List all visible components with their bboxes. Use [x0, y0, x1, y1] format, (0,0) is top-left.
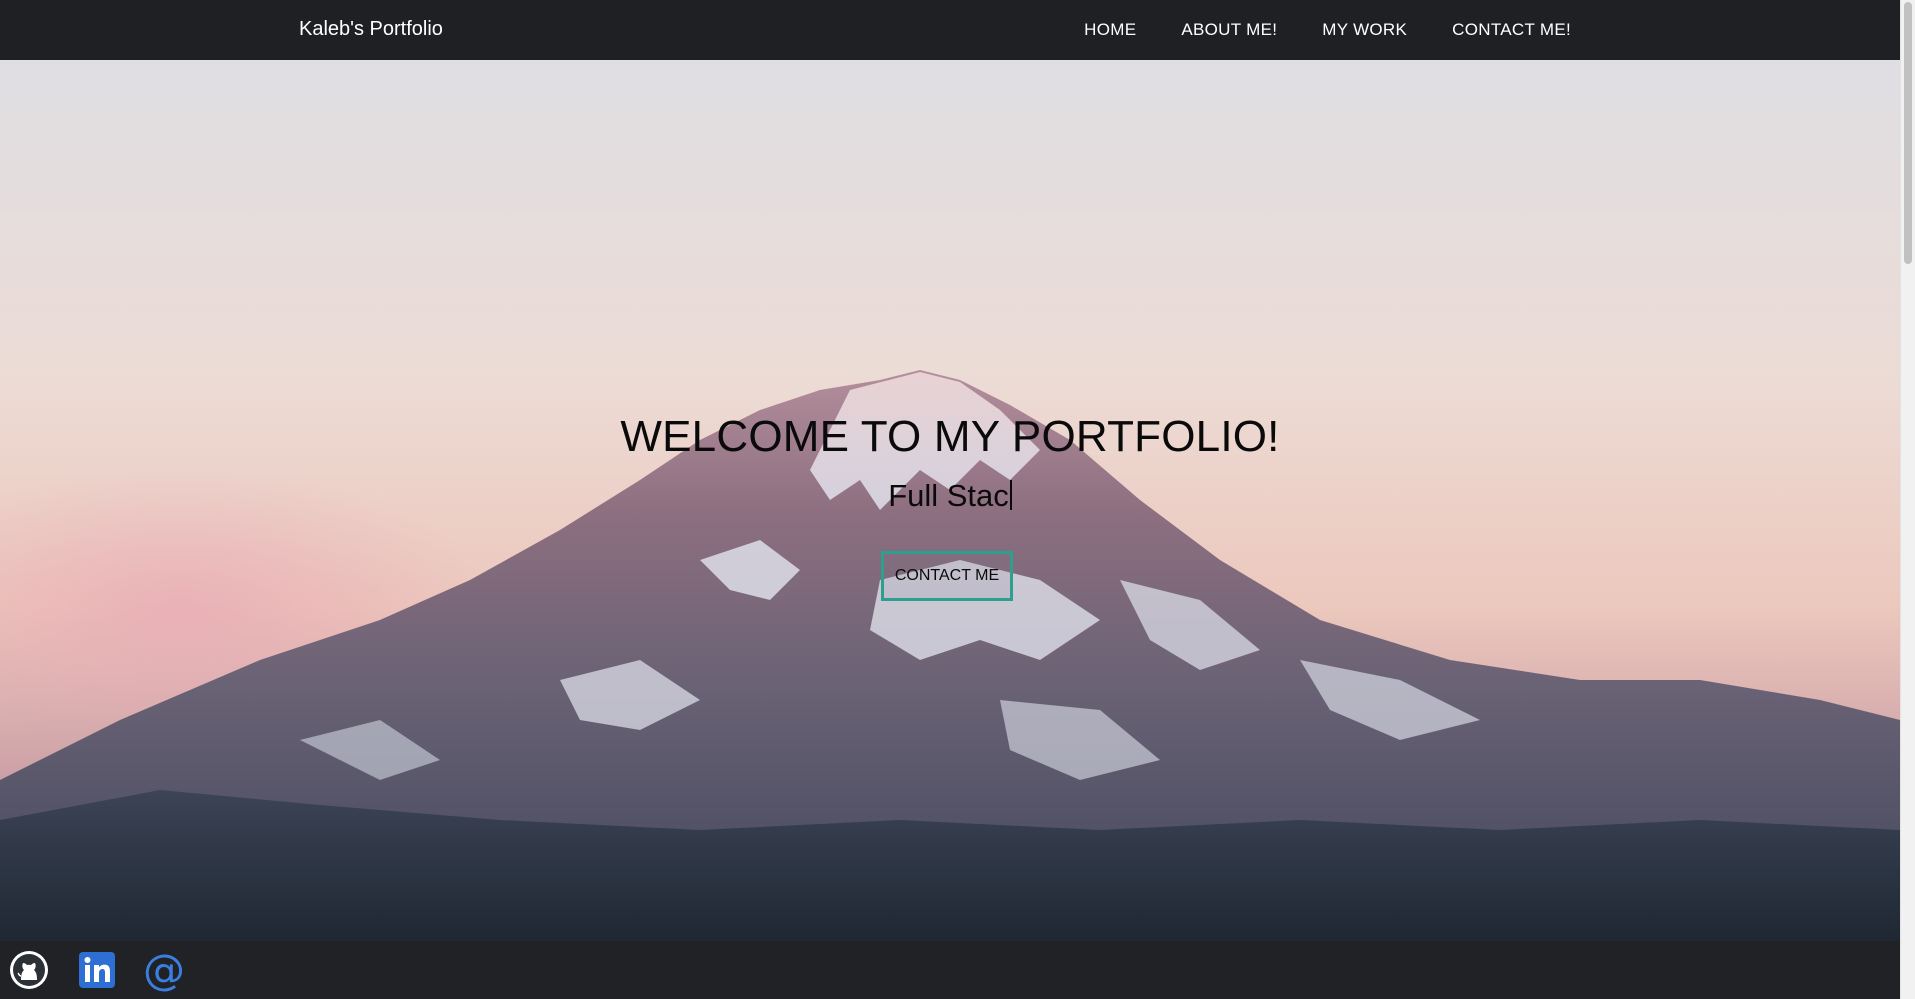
- footer: @: [0, 941, 1900, 999]
- typed-text: Full Stac: [888, 478, 1009, 513]
- nav-work-link[interactable]: MY WORK: [1322, 20, 1407, 40]
- typing-cursor: [1009, 480, 1012, 510]
- nav-about-link[interactable]: ABOUT ME!: [1181, 20, 1277, 40]
- hero-typed-subtitle: Full Stac: [0, 478, 1900, 514]
- github-icon: [10, 951, 48, 989]
- page: Kaleb's Portfolio HOME ABOUT ME! MY WORK…: [0, 0, 1915, 999]
- hero-section: WELCOME TO MY PORTFOLIO! Full Stac CONTA…: [0, 60, 1900, 941]
- brand-link[interactable]: Kaleb's Portfolio: [299, 0, 443, 60]
- nav-links: HOME ABOUT ME! MY WORK CONTACT ME!: [1084, 0, 1571, 60]
- email-link[interactable]: @: [143, 945, 185, 994]
- hero-content: WELCOME TO MY PORTFOLIO! Full Stac CONTA…: [0, 60, 1900, 941]
- linkedin-link[interactable]: [77, 950, 117, 990]
- page-scrollbar[interactable]: [1900, 0, 1915, 999]
- linkedin-icon: [79, 952, 115, 988]
- hero-title: WELCOME TO MY PORTFOLIO!: [620, 412, 1280, 461]
- nav-home-link[interactable]: HOME: [1084, 20, 1136, 40]
- nav-contact-link[interactable]: CONTACT ME!: [1452, 20, 1571, 40]
- email-at-icon: @: [143, 945, 185, 994]
- top-navbar: Kaleb's Portfolio HOME ABOUT ME! MY WORK…: [0, 0, 1900, 60]
- contact-me-button[interactable]: CONTACT ME: [881, 551, 1013, 601]
- scrollbar-thumb[interactable]: [1904, 2, 1912, 264]
- github-link[interactable]: [9, 950, 49, 990]
